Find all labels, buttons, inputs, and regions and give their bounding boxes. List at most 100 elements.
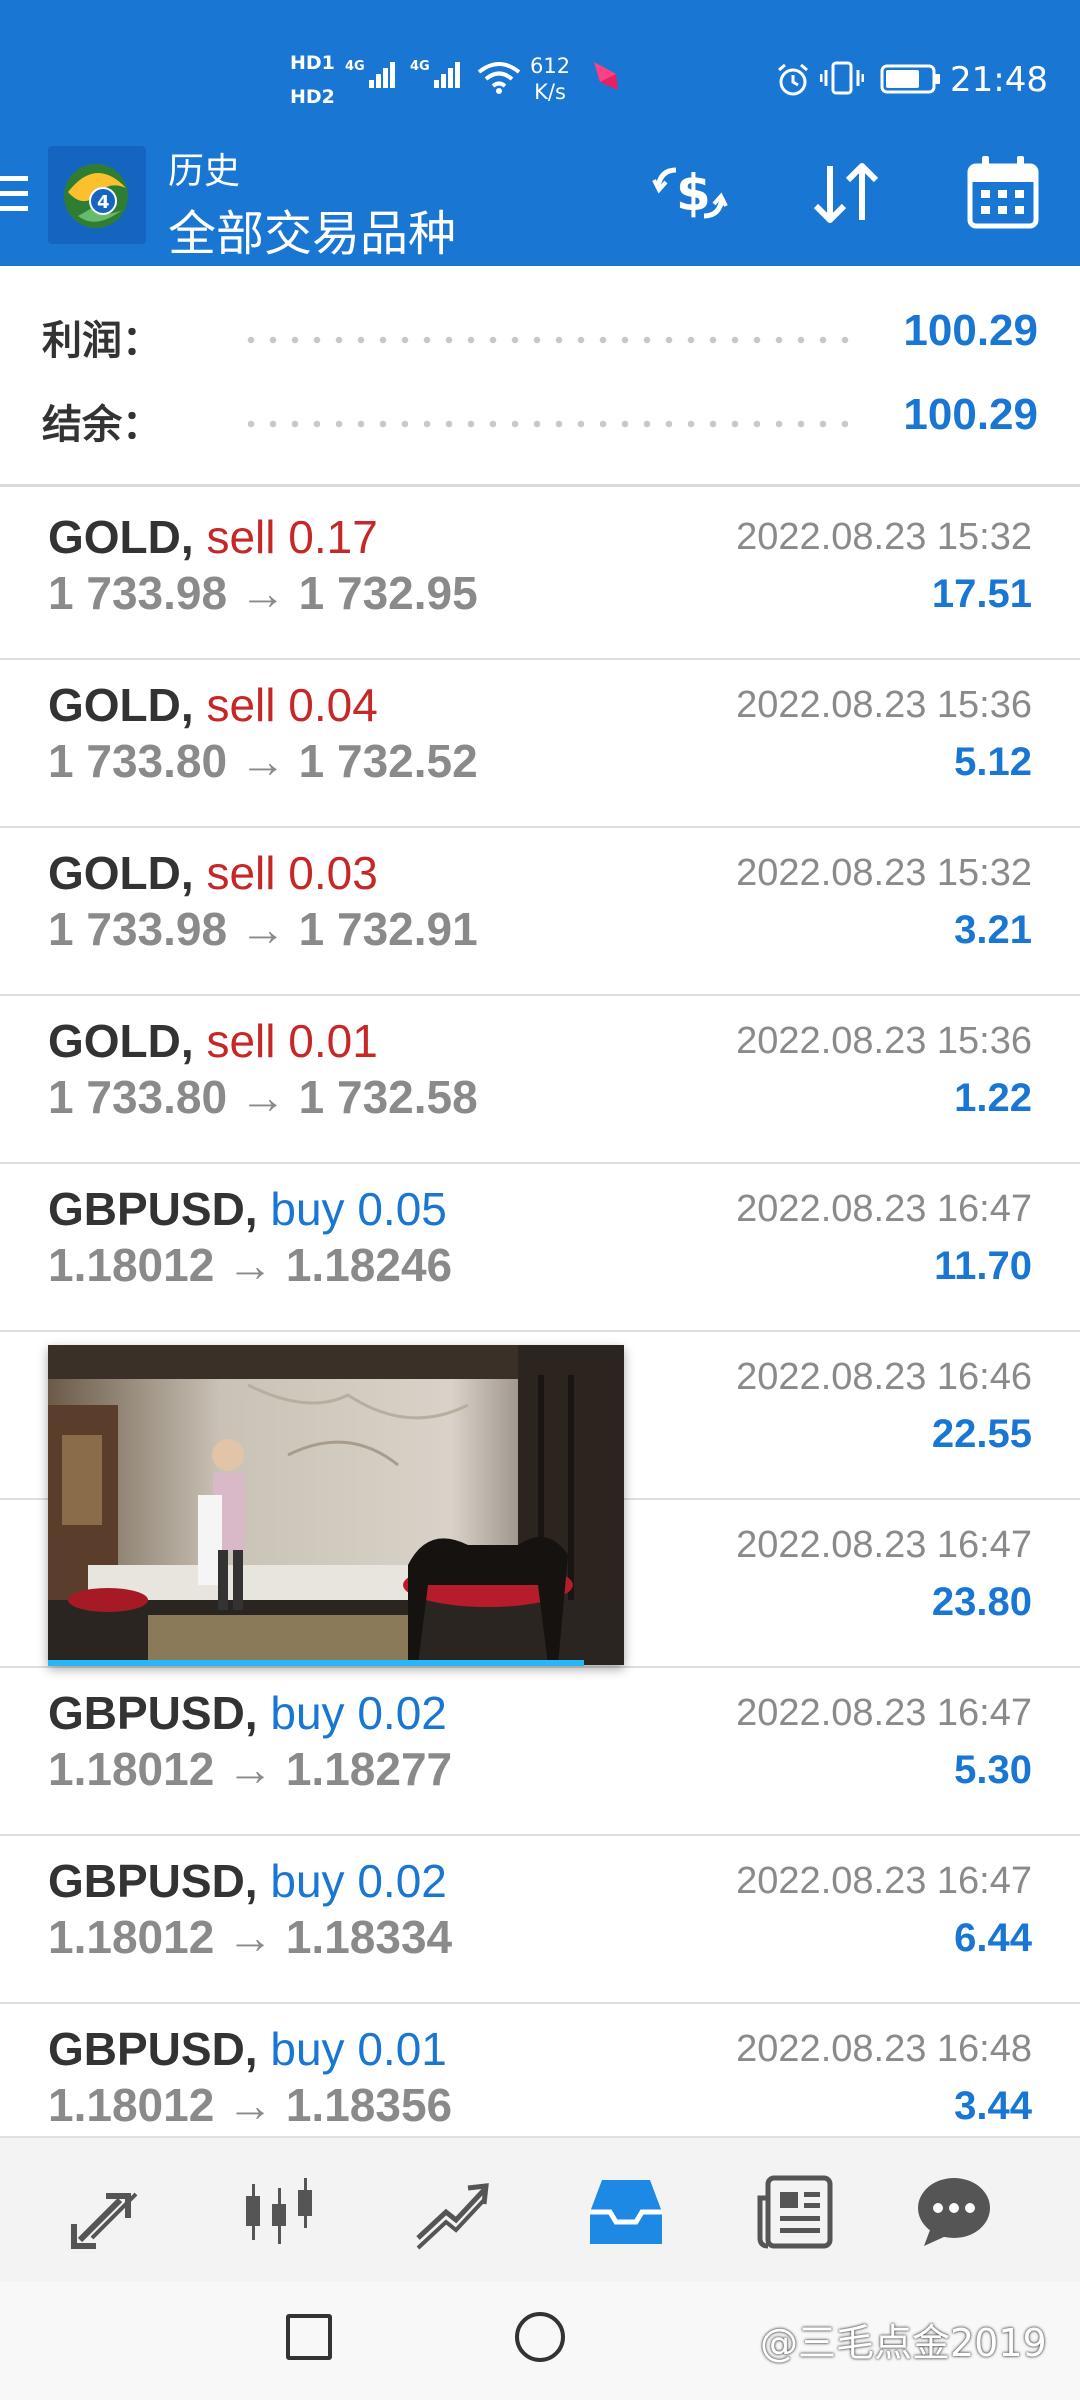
- profit-value: 100.29: [903, 306, 1038, 355]
- trade-symbol: GBPUSD,: [48, 2023, 258, 2075]
- trade-symbol: GOLD,: [48, 847, 194, 899]
- trade-prices: 1 733.80 → 1 732.52: [48, 734, 478, 788]
- trade-row[interactable]: GBPUSD, buy 0.05 1.18012 → 1.18246 2022.08…: [0, 1164, 1080, 1332]
- home-button[interactable]: [515, 2312, 565, 2362]
- arrow-icon: →: [227, 1911, 274, 1963]
- arrow-icon: →: [239, 903, 286, 955]
- trade-close-time: 2022.08.23 16:47: [736, 1860, 1032, 1902]
- trade-profit: 6.44: [954, 1916, 1032, 1960]
- trade-prices: 1.18012 → 1.18334: [48, 1910, 452, 1964]
- trade-row[interactable]: GOLD, sell 0.17 1 733.98 → 1 732.95 2022.0…: [0, 492, 1080, 660]
- balance-summary-row: 结余： 100.29: [0, 384, 1080, 454]
- svg-text:$: $: [676, 164, 711, 222]
- trade-direction: sell: [206, 679, 276, 731]
- alarm-icon: [775, 62, 811, 102]
- trade-profit: 22.55: [931, 1412, 1032, 1456]
- close-price: 1.18246: [285, 1239, 453, 1291]
- arrow-icon: →: [239, 735, 286, 787]
- wifi-icon: [476, 60, 522, 98]
- chat-icon[interactable]: [914, 2174, 994, 2250]
- chart-icon[interactable]: [240, 2174, 320, 2250]
- speed-unit: K/s: [534, 80, 566, 104]
- status-bar: HD1 HD2 4G 4G 612 K/s 21:48: [0, 0, 1080, 130]
- trade-lot: 0.05: [357, 1183, 447, 1235]
- trade-lot: 0.17: [288, 511, 378, 563]
- quotes-icon[interactable]: [70, 2174, 150, 2250]
- trade-lot: 0.01: [288, 1015, 378, 1067]
- svg-text:4: 4: [97, 192, 110, 213]
- app-notification-icon: [590, 60, 622, 100]
- dotted-leader: [240, 336, 860, 344]
- open-price: 1.18012: [48, 1239, 215, 1291]
- profit-summary-row: 利润： 100.29: [0, 300, 1080, 370]
- history-icon[interactable]: [586, 2174, 666, 2250]
- trade-lot: 0.01: [357, 2023, 447, 2075]
- trade-profit: 3.44: [954, 2084, 1032, 2128]
- trade-row[interactable]: GOLD, sell 0.04 1 733.80 → 1 732.52 2022.0…: [0, 660, 1080, 828]
- mt4-logo-icon: 4: [48, 146, 146, 244]
- trade-row[interactable]: GOLD, sell 0.03 1 733.98 → 1 732.91 2022.0…: [0, 828, 1080, 996]
- trade-row[interactable]: GBPUSD, buy 0.02 1.18012 → 1.18277 2022.08…: [0, 1668, 1080, 1836]
- calendar-icon[interactable]: [966, 154, 1040, 230]
- trade-row[interactable]: GOLD, sell 0.01 1 733.80 → 1 732.58 2022.0…: [0, 996, 1080, 1164]
- trade-direction: sell: [206, 847, 276, 899]
- trade-close-time: 2022.08.23 15:36: [736, 1020, 1032, 1062]
- profit-label: 利润：: [42, 318, 162, 364]
- trade-profit: 5.30: [954, 1748, 1032, 1792]
- trade-symbol: GBPUSD,: [48, 1183, 258, 1235]
- deposit-dollar-icon[interactable]: $: [650, 158, 730, 228]
- sort-arrows-icon[interactable]: [806, 158, 886, 228]
- trade-title: GBPUSD, buy 0.01: [48, 2022, 447, 2076]
- arrow-icon: →: [227, 1239, 274, 1291]
- video-frame: [48, 1345, 624, 1665]
- open-price: 1.18012: [48, 2079, 215, 2131]
- trade-profit: 5.12: [954, 740, 1032, 784]
- recent-apps-button[interactable]: [286, 2314, 332, 2360]
- trade-icon[interactable]: [412, 2174, 492, 2250]
- trade-direction: sell: [206, 1015, 276, 1067]
- trade-prices: 1 733.98 → 1 732.91: [48, 902, 478, 956]
- signal-icon: 4G: [410, 56, 470, 96]
- system-navigation-bar: @三毛点金2019: [0, 2282, 1080, 2400]
- trade-close-time: 2022.08.23 16:47: [736, 1692, 1032, 1734]
- dotted-leader: [240, 420, 860, 428]
- arrow-icon: →: [227, 1743, 274, 1795]
- trade-title: GBPUSD, buy 0.05: [48, 1182, 447, 1236]
- trade-profit: 17.51: [931, 572, 1032, 616]
- close-price: 1.18277: [285, 1743, 453, 1795]
- trade-lot: 0.02: [357, 1855, 447, 1907]
- open-price: 1 733.98: [48, 903, 228, 955]
- hd2-indicator: HD2: [290, 86, 335, 108]
- trade-symbol: GOLD,: [48, 511, 194, 563]
- watermark: @三毛点金2019: [760, 2321, 1047, 2365]
- trade-symbol: GBPUSD,: [48, 1855, 258, 1907]
- trade-lot: 0.03: [288, 847, 378, 899]
- divider: [0, 484, 1080, 487]
- trade-row[interactable]: GBPUSD, buy 0.02 1.18012 → 1.18334 2022.08…: [0, 1836, 1080, 2004]
- close-price: 1 732.95: [298, 567, 478, 619]
- network-speed: 612 K/s: [530, 53, 570, 105]
- symbol-filter[interactable]: 全部交易品种: [168, 194, 456, 264]
- clock: 21:48: [950, 60, 1048, 100]
- speed-value: 612: [530, 54, 571, 78]
- open-price: 1 733.80: [48, 735, 228, 787]
- page-title: 历史: [168, 151, 241, 192]
- app-header: HD1 HD2 4G 4G 612 K/s 21:48 4 历史 全部交易品种 …: [0, 0, 1080, 266]
- trade-title: GBPUSD, buy 0.02: [48, 1686, 447, 1740]
- menu-icon[interactable]: [0, 172, 30, 216]
- trade-direction: buy: [270, 1183, 345, 1235]
- trade-close-time: 2022.08.23 15:32: [736, 852, 1032, 894]
- trade-close-time: 2022.08.23 15:32: [736, 516, 1032, 558]
- trade-direction: buy: [270, 2023, 345, 2075]
- trade-prices: 1.18012 → 1.18277: [48, 1742, 452, 1796]
- arrow-icon: →: [227, 2079, 274, 2131]
- signal-icon: 4G: [345, 56, 405, 96]
- trade-symbol: GOLD,: [48, 679, 194, 731]
- arrow-icon: →: [239, 567, 286, 619]
- trade-prices: 1.18012 → 1.18356: [48, 2078, 452, 2132]
- news-icon[interactable]: [756, 2174, 836, 2250]
- trade-title: GOLD, sell 0.04: [48, 678, 378, 732]
- trade-lot: 0.02: [357, 1687, 447, 1739]
- floating-video-player[interactable]: [48, 1345, 624, 1665]
- trade-close-time: 2022.08.23 15:36: [736, 684, 1032, 726]
